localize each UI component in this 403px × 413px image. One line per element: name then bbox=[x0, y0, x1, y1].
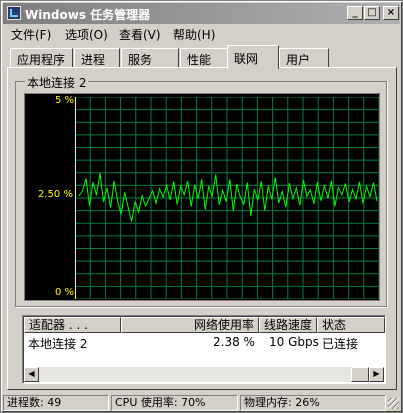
minimize-button[interactable]: _ bbox=[347, 6, 363, 20]
maximize-button[interactable]: □ bbox=[364, 6, 380, 20]
menu-view[interactable]: 查看(V) bbox=[119, 26, 161, 43]
tab-applications[interactable]: 应用程序 bbox=[10, 48, 73, 68]
status-bar: 进程数: 49 CPU 使用率: 70% 物理内存: 26% bbox=[3, 395, 400, 412]
menu-help[interactable]: 帮助(H) bbox=[173, 26, 215, 43]
task-manager-window: Windows 任务管理器 _ □ × 文件(F) 选项(O) 查看(V) 帮助… bbox=[0, 0, 403, 413]
menu-file[interactable]: 文件(F) bbox=[11, 26, 51, 43]
menu-options[interactable]: 选项(O) bbox=[65, 26, 108, 43]
status-cpu: CPU 使用率: 70% bbox=[111, 395, 238, 411]
group-label: 本地连接 2 bbox=[25, 74, 89, 91]
tab-processes[interactable]: 进程 bbox=[74, 48, 120, 68]
resize-grip-icon[interactable] bbox=[388, 398, 399, 409]
close-button[interactable]: × bbox=[383, 6, 399, 20]
tab-services[interactable]: 服务 bbox=[121, 48, 179, 68]
status-memory: 物理内存: 26% bbox=[240, 395, 386, 411]
title-bar[interactable]: Windows 任务管理器 _ □ × bbox=[3, 3, 400, 24]
tab-users[interactable]: 用户 bbox=[279, 48, 329, 68]
status-processes: 进程数: 49 bbox=[3, 395, 109, 411]
networking-panel bbox=[7, 67, 397, 390]
task-manager-icon bbox=[7, 6, 21, 20]
tab-performance[interactable]: 性能 bbox=[180, 48, 229, 68]
window-title: Windows 任务管理器 bbox=[25, 8, 151, 22]
menu-bar: 文件(F) 选项(O) 查看(V) 帮助(H) bbox=[3, 25, 400, 43]
tab-networking[interactable]: 联网 bbox=[227, 45, 279, 69]
